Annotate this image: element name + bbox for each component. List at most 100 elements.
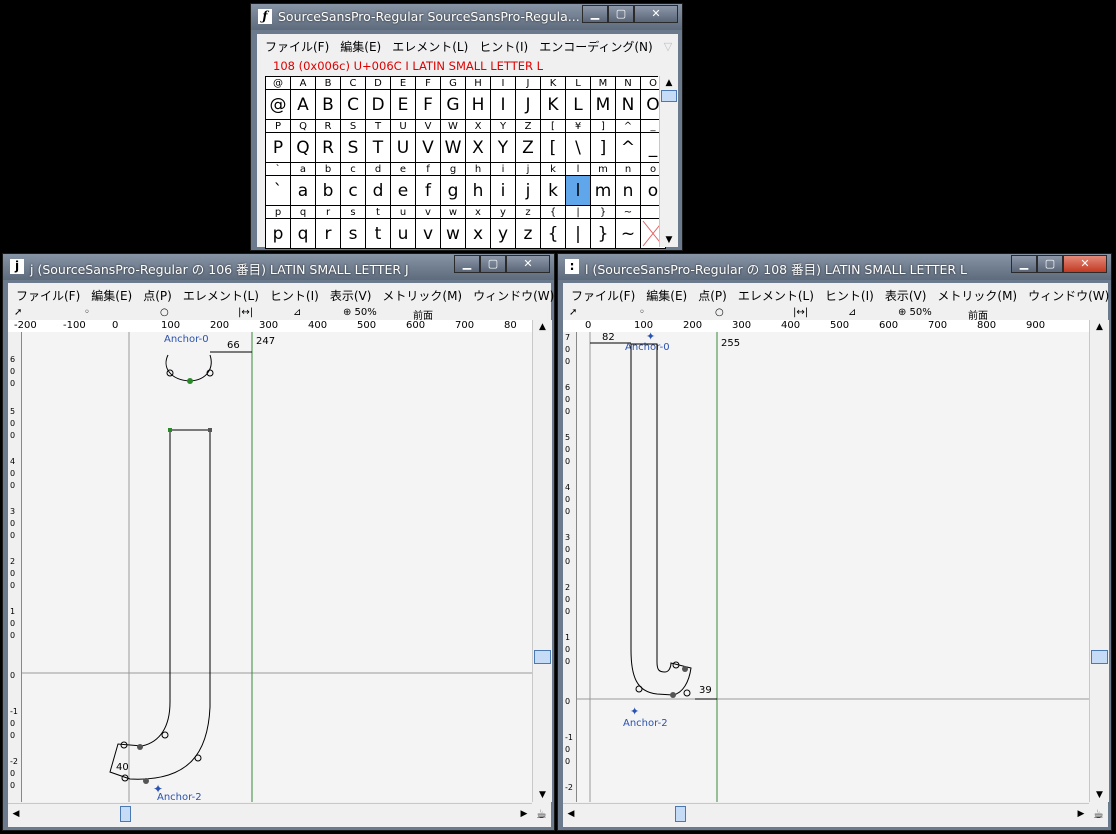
glyph-j-outline[interactable]: 66 247 Anchor-0 40 Anchor-2 ✦	[22, 332, 532, 802]
glyph-cell[interactable]: [	[541, 133, 566, 163]
close-button[interactable]: ✕	[634, 5, 678, 23]
glyph-l-outline[interactable]: 82 255 Anchor-0 ✦ 39 ✦ Anchor-2	[577, 332, 1089, 802]
glyph-cell[interactable]: u	[391, 219, 416, 249]
glyph-label-cell[interactable]: s	[341, 206, 366, 219]
glyph-label-cell[interactable]: j	[516, 163, 541, 176]
glyph-label-cell[interactable]: ^	[616, 120, 641, 133]
glyph-cell[interactable]: P	[266, 133, 291, 163]
menu-file[interactable]: ファイル(F)	[571, 287, 635, 304]
glyph-label-cell[interactable]: M	[591, 77, 616, 90]
glyph-label-cell[interactable]: I	[491, 77, 516, 90]
glyph-label-cell[interactable]: g	[441, 163, 466, 176]
menu-hint[interactable]: ヒント(I)	[270, 287, 319, 304]
glyph-cell[interactable]: W	[441, 133, 466, 163]
glyph-label-cell[interactable]: x	[466, 206, 491, 219]
glyph-cell[interactable]: v	[416, 219, 441, 249]
glyph-label-cell[interactable]: L	[566, 77, 591, 90]
tool-angle-icon[interactable]: ⊿	[293, 307, 301, 318]
glyph-cell[interactable]: \	[566, 133, 591, 163]
glyph-cell[interactable]: ~	[616, 219, 641, 249]
glyph-cell[interactable]: K	[541, 90, 566, 120]
glyph-cell[interactable]: X	[466, 133, 491, 163]
glyph-cell[interactable]: L	[566, 90, 591, 120]
glyph-label-cell[interactable]: n	[616, 163, 641, 176]
glyph-label-cell[interactable]: F	[416, 77, 441, 90]
glyph-grid-scrollbar[interactable]: ▲ ▼	[659, 76, 678, 247]
menu-hint[interactable]: ヒント(I)	[825, 287, 874, 304]
scroll-thumb[interactable]	[675, 806, 686, 822]
glyph-label-cell[interactable]: q	[291, 206, 316, 219]
menu-file[interactable]: ファイル(F)	[265, 38, 329, 55]
glyph-cell[interactable]: {	[541, 219, 566, 249]
glyph-label-cell[interactable]: K	[541, 77, 566, 90]
menu-view[interactable]: 表示(V)	[885, 287, 927, 304]
scroll-thumb[interactable]	[534, 650, 551, 664]
glyph-cell[interactable]: c	[341, 176, 366, 206]
scroll-thumb[interactable]	[1091, 650, 1108, 664]
glyph-label-cell[interactable]: `	[266, 163, 291, 176]
glyph-cell[interactable]: m	[591, 176, 616, 206]
glyph-label-cell[interactable]: C	[341, 77, 366, 90]
glyph-cell[interactable]: Z	[516, 133, 541, 163]
glyph-label-cell[interactable]: Q	[291, 120, 316, 133]
glyph-cell[interactable]: H	[466, 90, 491, 120]
glyph-label-cell[interactable]: S	[341, 120, 366, 133]
tool-palette-icon[interactable]: ☕	[532, 803, 551, 825]
glyph-cell[interactable]: T	[366, 133, 391, 163]
glyph-cell-selected[interactable]: l	[566, 176, 591, 206]
glyph-cell[interactable]: b	[316, 176, 341, 206]
glyph-label-cell[interactable]: i	[491, 163, 516, 176]
glyph-cell[interactable]: r	[316, 219, 341, 249]
scroll-up-arrow-icon[interactable]: ▲	[533, 320, 552, 334]
glyph-cell[interactable]: Q	[291, 133, 316, 163]
glyph-l-canvas[interactable]: 82 255 Anchor-0 ✦ 39 ✦ Anchor-2	[577, 332, 1089, 802]
glyph-cell[interactable]: I	[491, 90, 516, 120]
menu-hint[interactable]: ヒント(I)	[479, 38, 528, 55]
minimize-button[interactable]: ▁	[1011, 255, 1037, 273]
glyph-label-cell[interactable]: A	[291, 77, 316, 90]
glyph-label-cell[interactable]: b	[316, 163, 341, 176]
pointer-icon[interactable]: ➚	[14, 307, 22, 318]
glyph-label-cell[interactable]: a	[291, 163, 316, 176]
glyph-cell[interactable]: y	[491, 219, 516, 249]
glyph-label-cell[interactable]: G	[441, 77, 466, 90]
menu-overflow-icon[interactable]: ▽	[664, 40, 672, 53]
glyph-label-cell[interactable]: Y	[491, 120, 516, 133]
maximize-button[interactable]: ▢	[480, 255, 506, 273]
glyph-cell[interactable]: B	[316, 90, 341, 120]
menu-metrics[interactable]: メトリック(M)	[382, 287, 462, 304]
glyph-label-cell[interactable]: d	[366, 163, 391, 176]
tool-width-icon[interactable]: |↔|	[238, 307, 253, 318]
scroll-right-arrow-icon[interactable]: ▶	[518, 804, 530, 824]
glyph-cell[interactable]: w	[441, 219, 466, 249]
glyph-cell[interactable]: ^	[616, 133, 641, 163]
glyph-label-cell[interactable]: P	[266, 120, 291, 133]
glyph-cell[interactable]: `	[266, 176, 291, 206]
menu-element[interactable]: エレメント(L)	[392, 38, 468, 55]
glyph-cell[interactable]: R	[316, 133, 341, 163]
menu-point[interactable]: 点(P)	[143, 287, 172, 304]
glyph-label-cell[interactable]: |	[566, 206, 591, 219]
scroll-thumb[interactable]	[120, 806, 131, 822]
glyph-cell[interactable]: p	[266, 219, 291, 249]
scroll-down-arrow-icon[interactable]: ▼	[533, 788, 552, 802]
menu-encoding[interactable]: エンコーディング(N)	[539, 38, 653, 55]
scroll-thumb[interactable]	[661, 90, 677, 102]
scroll-right-arrow-icon[interactable]: ▶	[1075, 804, 1087, 824]
tool-angle-icon[interactable]: ⊿	[848, 307, 856, 318]
glyph-label-cell[interactable]: {	[541, 206, 566, 219]
maximize-button[interactable]: ▢	[608, 5, 634, 23]
glyph-label-cell[interactable]: [	[541, 120, 566, 133]
glyph-cell[interactable]: f	[416, 176, 441, 206]
menu-element[interactable]: エレメント(L)	[738, 287, 814, 304]
canvas-horizontal-scrollbar[interactable]: ◀ ▶	[8, 803, 532, 826]
glyph-cell[interactable]: i	[491, 176, 516, 206]
glyph-label-cell[interactable]: D	[366, 77, 391, 90]
glyph-cell[interactable]: G	[441, 90, 466, 120]
maximize-button[interactable]: ▢	[1037, 255, 1063, 273]
glyph-cell[interactable]: U	[391, 133, 416, 163]
glyph-cell[interactable]: C	[341, 90, 366, 120]
glyph-cell[interactable]: a	[291, 176, 316, 206]
glyph-label-cell[interactable]: e	[391, 163, 416, 176]
zoom-level[interactable]: ⊕ 50%	[898, 307, 932, 318]
